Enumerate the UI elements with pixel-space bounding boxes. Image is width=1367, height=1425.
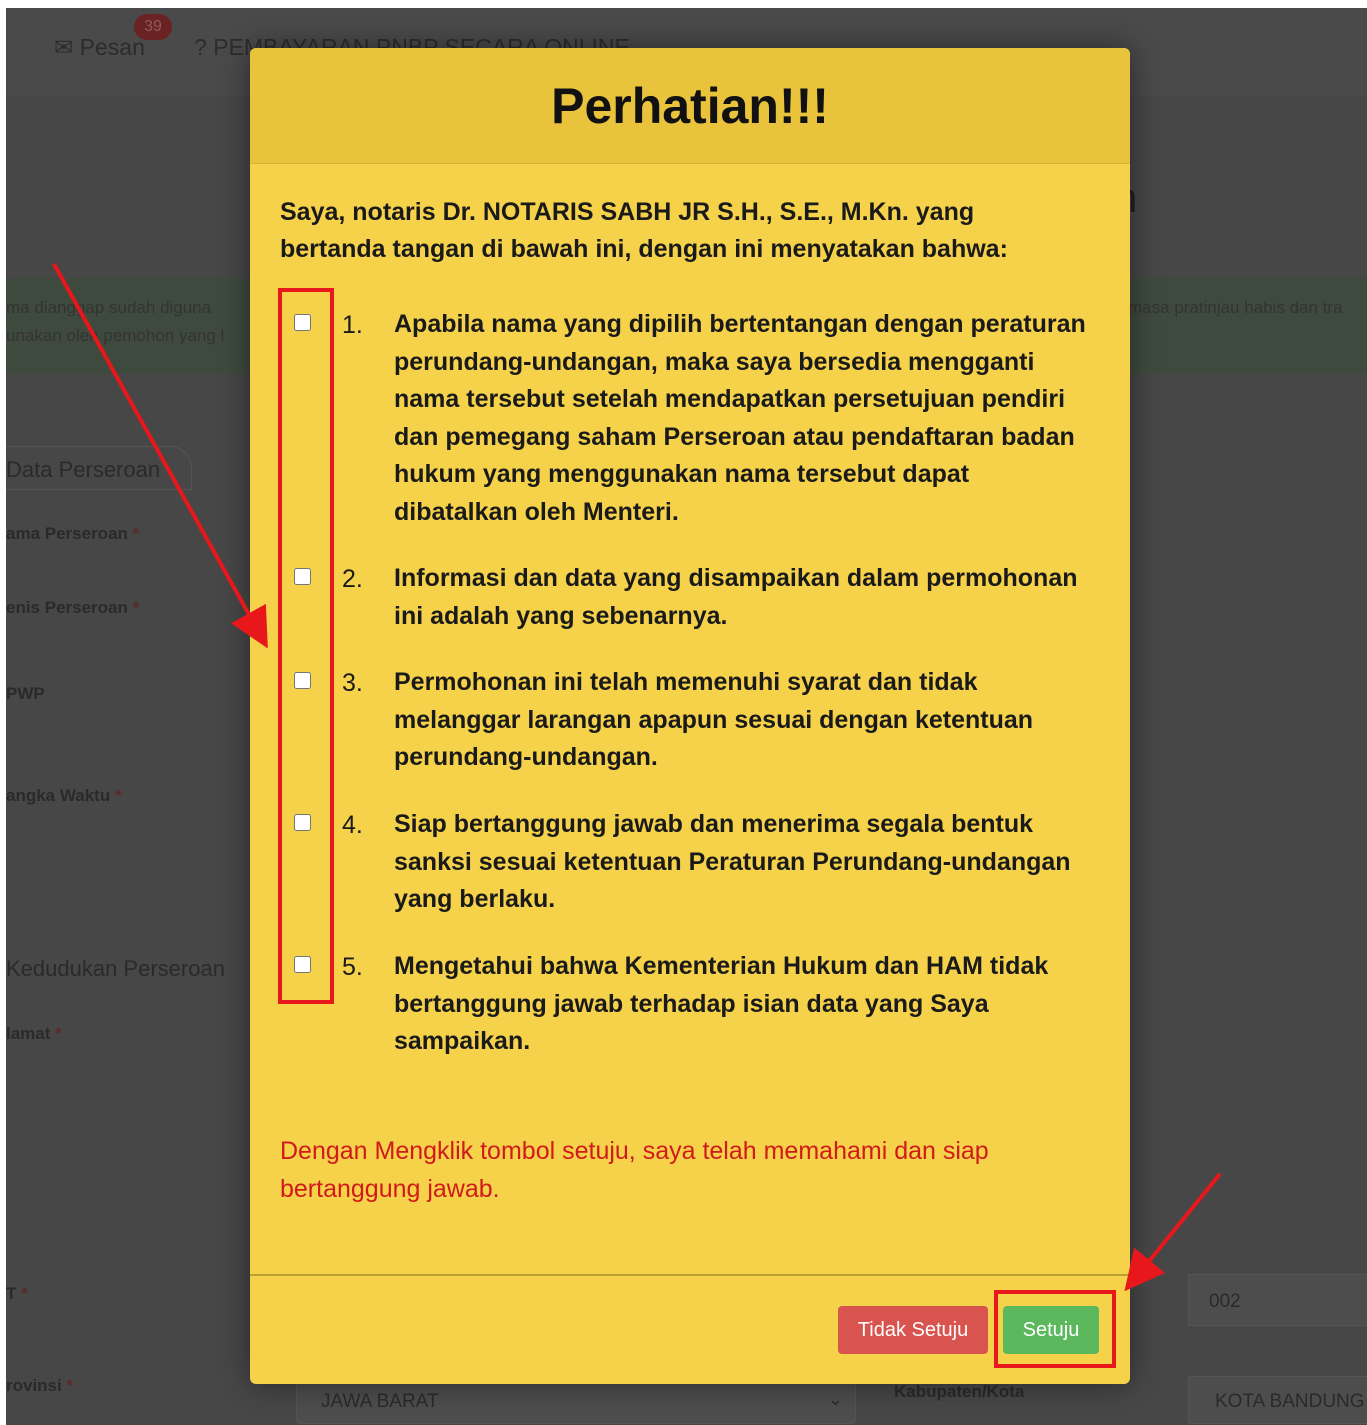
arrow-to-agree-button <box>1124 1172 1222 1292</box>
annotation-arrows <box>52 263 1222 1292</box>
arrow-to-checkboxes <box>52 263 268 649</box>
